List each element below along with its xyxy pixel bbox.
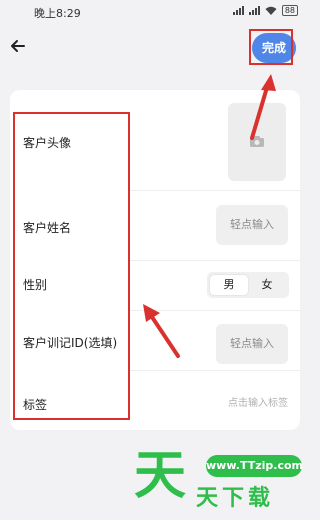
back-arrow-icon[interactable] — [8, 36, 28, 56]
name-input[interactable]: 轻点输入 — [216, 205, 288, 245]
wifi-icon — [265, 6, 277, 15]
avatar-upload[interactable] — [228, 103, 286, 181]
watermark-url: www.TTzip.com — [206, 455, 303, 477]
gender-option-female[interactable]: 女 — [248, 275, 286, 295]
watermark-logo: 天 — [134, 446, 187, 506]
signal-icon — [232, 6, 244, 15]
annotation-arrowhead-done — [261, 74, 276, 91]
status-bar: 晚上8:29 88 — [0, 0, 310, 22]
annotation-box-done — [249, 29, 293, 65]
camera-icon — [250, 136, 264, 147]
training-id-input[interactable]: 轻点输入 — [216, 324, 288, 364]
battery-icon: 88 — [281, 5, 298, 16]
status-icons: 88 — [232, 5, 298, 16]
gender-option-male[interactable]: 男 — [210, 275, 248, 295]
status-time: 晚上8:29 — [34, 7, 81, 20]
watermark-brand: 天下载 — [196, 486, 275, 511]
annotation-box-labels — [13, 112, 130, 420]
tags-input[interactable]: 点击输入标签 — [150, 394, 288, 414]
signal-icon — [248, 6, 260, 15]
gender-toggle: 男 女 — [207, 272, 289, 298]
